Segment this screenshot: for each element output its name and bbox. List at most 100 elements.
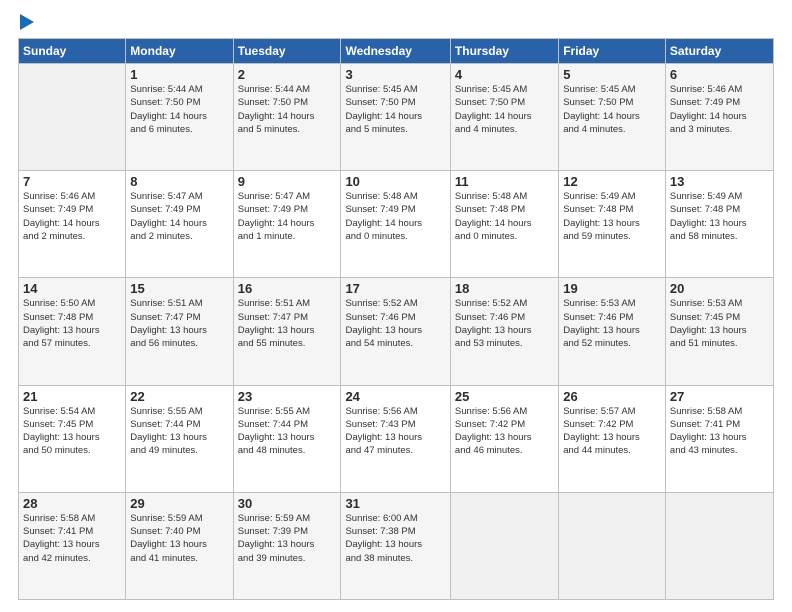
- day-info: Sunrise: 5:58 AMSunset: 7:41 PMDaylight:…: [670, 405, 769, 458]
- calendar-cell: 10Sunrise: 5:48 AMSunset: 7:49 PMDayligh…: [341, 171, 450, 278]
- calendar-cell: 4Sunrise: 5:45 AMSunset: 7:50 PMDaylight…: [450, 64, 558, 171]
- calendar-week-row: 28Sunrise: 5:58 AMSunset: 7:41 PMDayligh…: [19, 492, 774, 599]
- day-info: Sunrise: 5:55 AMSunset: 7:44 PMDaylight:…: [238, 405, 337, 458]
- calendar-cell: 9Sunrise: 5:47 AMSunset: 7:49 PMDaylight…: [233, 171, 341, 278]
- calendar-cell: 15Sunrise: 5:51 AMSunset: 7:47 PMDayligh…: [126, 278, 233, 385]
- day-number: 25: [455, 389, 554, 404]
- day-number: 20: [670, 281, 769, 296]
- day-number: 17: [345, 281, 445, 296]
- day-info: Sunrise: 5:44 AMSunset: 7:50 PMDaylight:…: [130, 83, 228, 136]
- calendar-cell: 30Sunrise: 5:59 AMSunset: 7:39 PMDayligh…: [233, 492, 341, 599]
- calendar-cell: 14Sunrise: 5:50 AMSunset: 7:48 PMDayligh…: [19, 278, 126, 385]
- calendar-cell: 21Sunrise: 5:54 AMSunset: 7:45 PMDayligh…: [19, 385, 126, 492]
- day-number: 5: [563, 67, 661, 82]
- day-info: Sunrise: 5:48 AMSunset: 7:49 PMDaylight:…: [345, 190, 445, 243]
- day-number: 6: [670, 67, 769, 82]
- day-info: Sunrise: 5:53 AMSunset: 7:46 PMDaylight:…: [563, 297, 661, 350]
- calendar-cell: 18Sunrise: 5:52 AMSunset: 7:46 PMDayligh…: [450, 278, 558, 385]
- calendar-cell: 13Sunrise: 5:49 AMSunset: 7:48 PMDayligh…: [665, 171, 773, 278]
- logo-arrow-icon: [20, 14, 34, 30]
- day-info: Sunrise: 5:52 AMSunset: 7:46 PMDaylight:…: [345, 297, 445, 350]
- day-info: Sunrise: 5:44 AMSunset: 7:50 PMDaylight:…: [238, 83, 337, 136]
- day-info: Sunrise: 5:53 AMSunset: 7:45 PMDaylight:…: [670, 297, 769, 350]
- day-info: Sunrise: 5:45 AMSunset: 7:50 PMDaylight:…: [455, 83, 554, 136]
- calendar-week-row: 14Sunrise: 5:50 AMSunset: 7:48 PMDayligh…: [19, 278, 774, 385]
- day-number: 27: [670, 389, 769, 404]
- day-info: Sunrise: 6:00 AMSunset: 7:38 PMDaylight:…: [345, 512, 445, 565]
- day-info: Sunrise: 5:52 AMSunset: 7:46 PMDaylight:…: [455, 297, 554, 350]
- weekday-header-tuesday: Tuesday: [233, 39, 341, 64]
- calendar-cell: 19Sunrise: 5:53 AMSunset: 7:46 PMDayligh…: [559, 278, 666, 385]
- weekday-header-friday: Friday: [559, 39, 666, 64]
- calendar-cell: [559, 492, 666, 599]
- header: [18, 16, 774, 30]
- day-number: 30: [238, 496, 337, 511]
- day-number: 21: [23, 389, 121, 404]
- day-info: Sunrise: 5:51 AMSunset: 7:47 PMDaylight:…: [130, 297, 228, 350]
- calendar-cell: 12Sunrise: 5:49 AMSunset: 7:48 PMDayligh…: [559, 171, 666, 278]
- calendar-cell: 22Sunrise: 5:55 AMSunset: 7:44 PMDayligh…: [126, 385, 233, 492]
- day-info: Sunrise: 5:57 AMSunset: 7:42 PMDaylight:…: [563, 405, 661, 458]
- day-info: Sunrise: 5:47 AMSunset: 7:49 PMDaylight:…: [238, 190, 337, 243]
- day-info: Sunrise: 5:55 AMSunset: 7:44 PMDaylight:…: [130, 405, 228, 458]
- day-number: 28: [23, 496, 121, 511]
- day-number: 14: [23, 281, 121, 296]
- page: SundayMondayTuesdayWednesdayThursdayFrid…: [0, 0, 792, 612]
- day-number: 8: [130, 174, 228, 189]
- day-number: 10: [345, 174, 445, 189]
- day-number: 22: [130, 389, 228, 404]
- day-number: 24: [345, 389, 445, 404]
- calendar-body: 1Sunrise: 5:44 AMSunset: 7:50 PMDaylight…: [19, 64, 774, 600]
- calendar-cell: 1Sunrise: 5:44 AMSunset: 7:50 PMDaylight…: [126, 64, 233, 171]
- day-number: 15: [130, 281, 228, 296]
- day-number: 26: [563, 389, 661, 404]
- day-number: 7: [23, 174, 121, 189]
- day-number: 12: [563, 174, 661, 189]
- day-number: 2: [238, 67, 337, 82]
- day-info: Sunrise: 5:59 AMSunset: 7:40 PMDaylight:…: [130, 512, 228, 565]
- calendar-cell: 25Sunrise: 5:56 AMSunset: 7:42 PMDayligh…: [450, 385, 558, 492]
- calendar-week-row: 7Sunrise: 5:46 AMSunset: 7:49 PMDaylight…: [19, 171, 774, 278]
- calendar-week-row: 21Sunrise: 5:54 AMSunset: 7:45 PMDayligh…: [19, 385, 774, 492]
- day-number: 29: [130, 496, 228, 511]
- day-info: Sunrise: 5:54 AMSunset: 7:45 PMDaylight:…: [23, 405, 121, 458]
- calendar-cell: 29Sunrise: 5:59 AMSunset: 7:40 PMDayligh…: [126, 492, 233, 599]
- day-info: Sunrise: 5:59 AMSunset: 7:39 PMDaylight:…: [238, 512, 337, 565]
- weekday-header-thursday: Thursday: [450, 39, 558, 64]
- calendar-cell: 28Sunrise: 5:58 AMSunset: 7:41 PMDayligh…: [19, 492, 126, 599]
- weekday-header-wednesday: Wednesday: [341, 39, 450, 64]
- day-info: Sunrise: 5:48 AMSunset: 7:48 PMDaylight:…: [455, 190, 554, 243]
- calendar-cell: 3Sunrise: 5:45 AMSunset: 7:50 PMDaylight…: [341, 64, 450, 171]
- day-number: 4: [455, 67, 554, 82]
- day-number: 11: [455, 174, 554, 189]
- calendar-cell: 16Sunrise: 5:51 AMSunset: 7:47 PMDayligh…: [233, 278, 341, 385]
- day-info: Sunrise: 5:45 AMSunset: 7:50 PMDaylight:…: [345, 83, 445, 136]
- day-info: Sunrise: 5:58 AMSunset: 7:41 PMDaylight:…: [23, 512, 121, 565]
- calendar-cell: 23Sunrise: 5:55 AMSunset: 7:44 PMDayligh…: [233, 385, 341, 492]
- calendar-week-row: 1Sunrise: 5:44 AMSunset: 7:50 PMDaylight…: [19, 64, 774, 171]
- calendar-cell: 11Sunrise: 5:48 AMSunset: 7:48 PMDayligh…: [450, 171, 558, 278]
- calendar-cell: 6Sunrise: 5:46 AMSunset: 7:49 PMDaylight…: [665, 64, 773, 171]
- calendar-cell: 24Sunrise: 5:56 AMSunset: 7:43 PMDayligh…: [341, 385, 450, 492]
- weekday-header-sunday: Sunday: [19, 39, 126, 64]
- logo-text: [18, 16, 34, 30]
- day-number: 3: [345, 67, 445, 82]
- day-info: Sunrise: 5:46 AMSunset: 7:49 PMDaylight:…: [670, 83, 769, 136]
- day-number: 13: [670, 174, 769, 189]
- day-info: Sunrise: 5:45 AMSunset: 7:50 PMDaylight:…: [563, 83, 661, 136]
- day-info: Sunrise: 5:51 AMSunset: 7:47 PMDaylight:…: [238, 297, 337, 350]
- day-number: 16: [238, 281, 337, 296]
- calendar-header: SundayMondayTuesdayWednesdayThursdayFrid…: [19, 39, 774, 64]
- calendar-cell: 2Sunrise: 5:44 AMSunset: 7:50 PMDaylight…: [233, 64, 341, 171]
- day-info: Sunrise: 5:46 AMSunset: 7:49 PMDaylight:…: [23, 190, 121, 243]
- calendar-cell: 26Sunrise: 5:57 AMSunset: 7:42 PMDayligh…: [559, 385, 666, 492]
- day-number: 9: [238, 174, 337, 189]
- calendar-cell: 5Sunrise: 5:45 AMSunset: 7:50 PMDaylight…: [559, 64, 666, 171]
- day-info: Sunrise: 5:49 AMSunset: 7:48 PMDaylight:…: [670, 190, 769, 243]
- calendar-cell: 8Sunrise: 5:47 AMSunset: 7:49 PMDaylight…: [126, 171, 233, 278]
- calendar-cell: 27Sunrise: 5:58 AMSunset: 7:41 PMDayligh…: [665, 385, 773, 492]
- day-info: Sunrise: 5:56 AMSunset: 7:43 PMDaylight:…: [345, 405, 445, 458]
- day-number: 19: [563, 281, 661, 296]
- day-number: 31: [345, 496, 445, 511]
- weekday-header-row: SundayMondayTuesdayWednesdayThursdayFrid…: [19, 39, 774, 64]
